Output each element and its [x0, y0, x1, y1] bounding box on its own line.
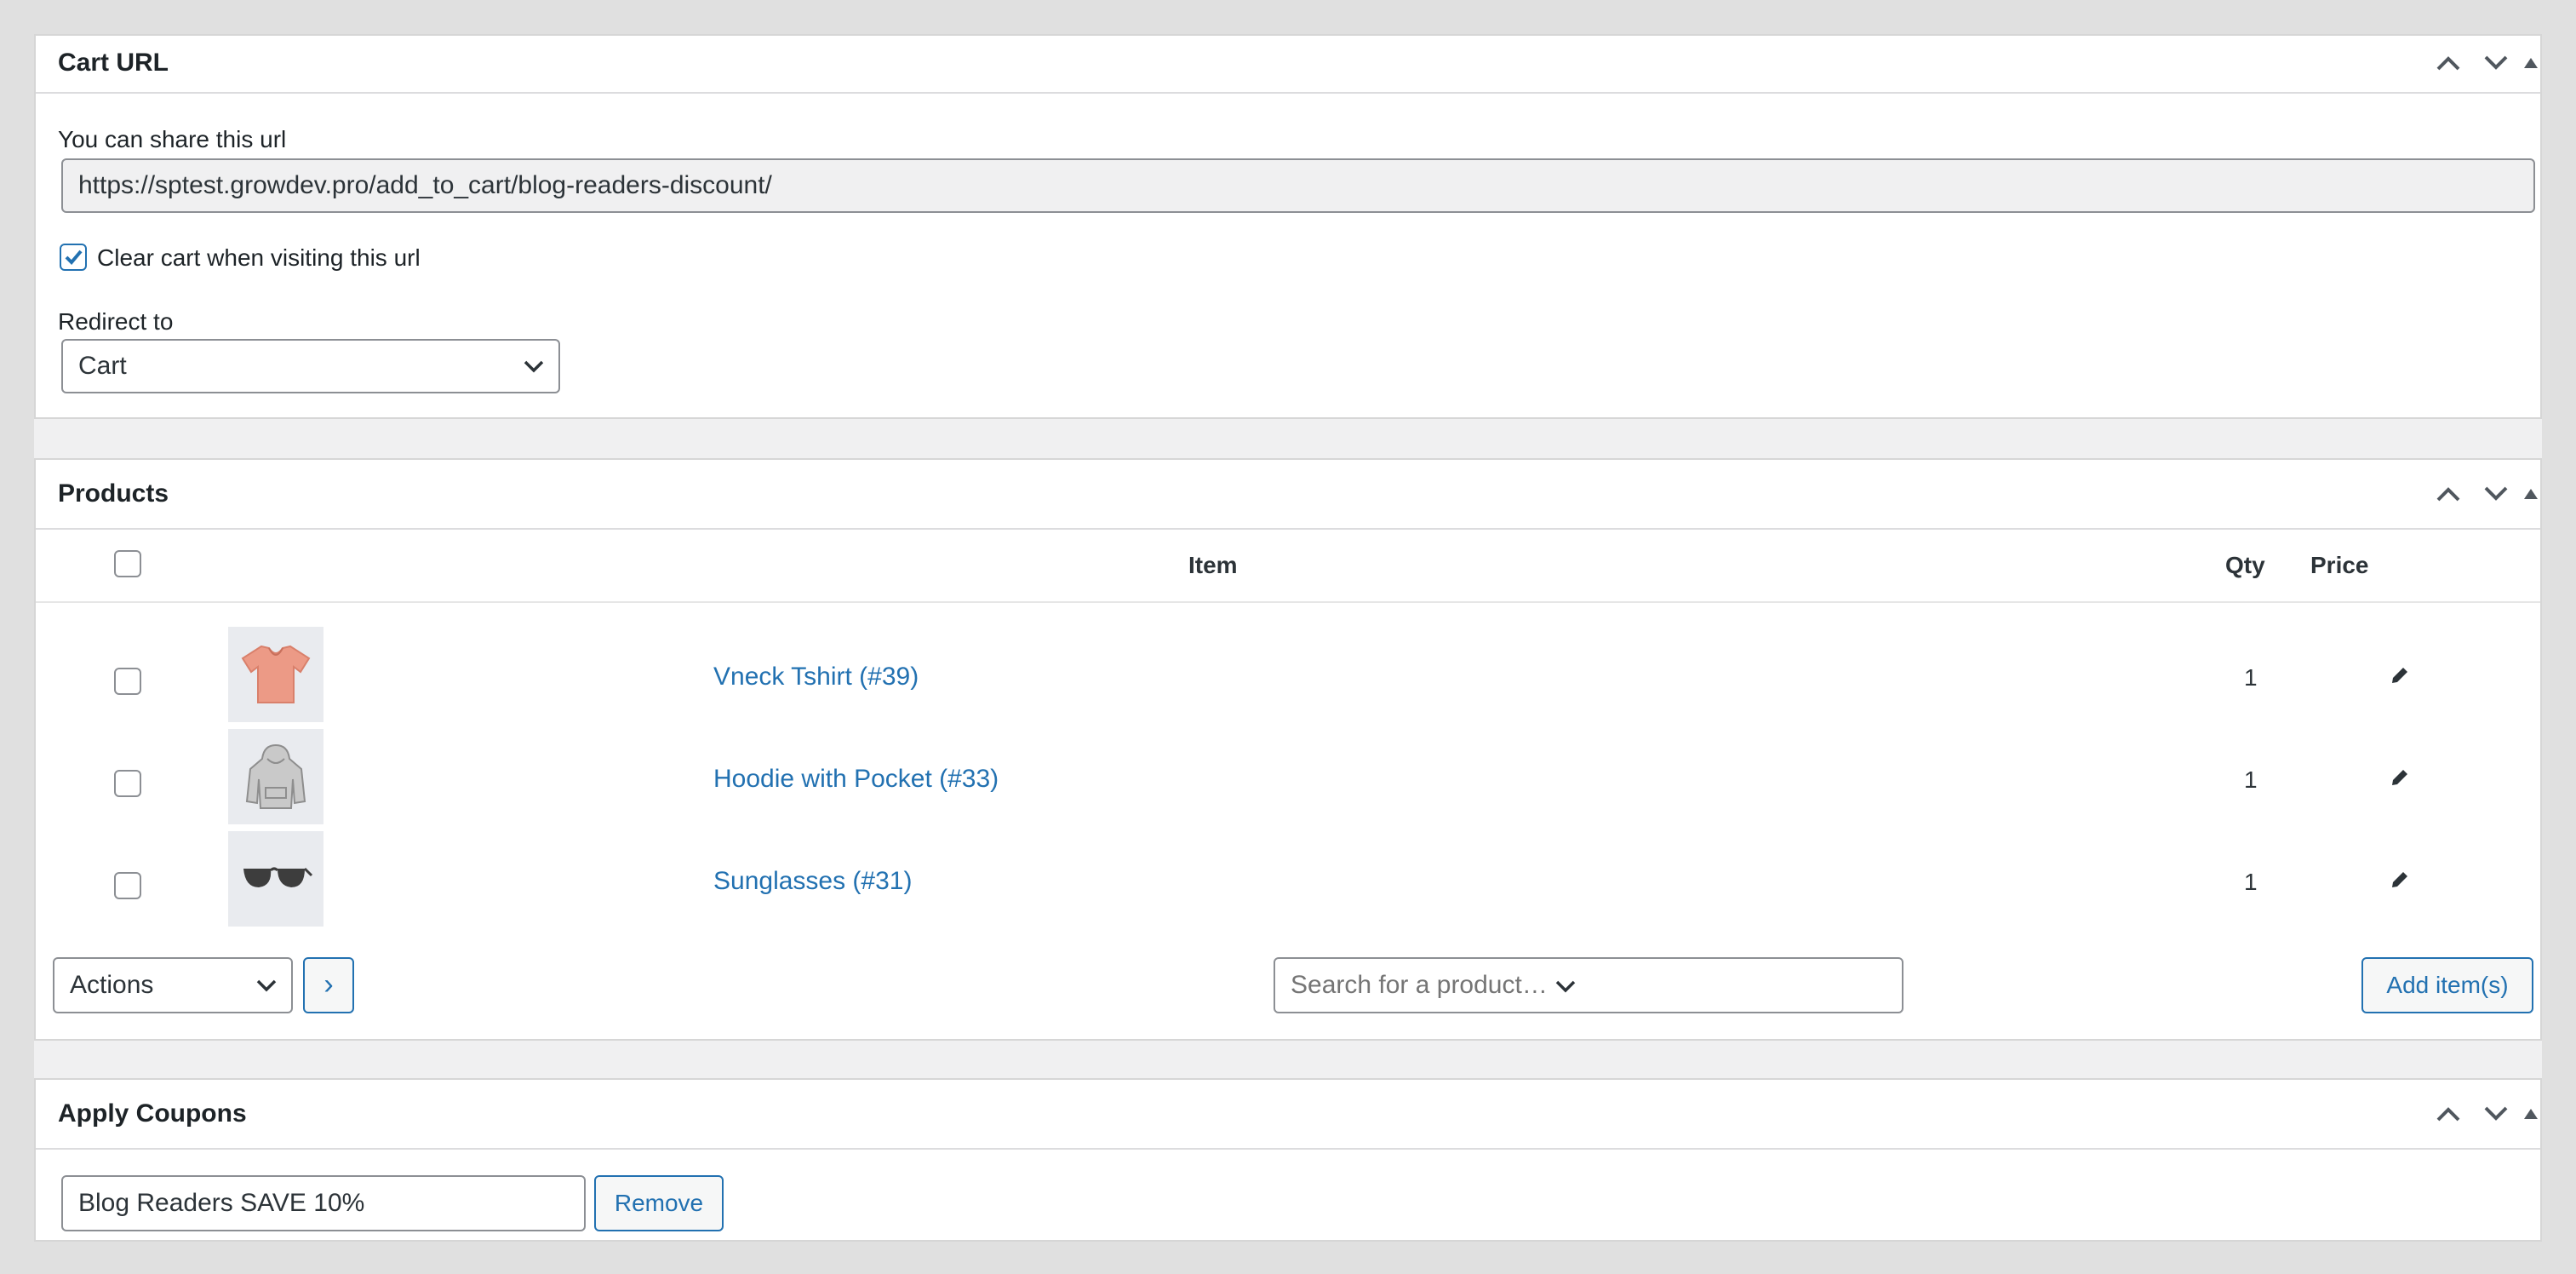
chevron-down-icon — [2484, 55, 2508, 70]
panel-title: Apply Coupons — [58, 1099, 247, 1128]
product-link[interactable]: Vneck Tshirt (#39) — [713, 663, 919, 692]
move-up-button[interactable] — [2428, 1080, 2469, 1148]
share-url-label: You can share this url — [58, 126, 287, 152]
products-panel-header: Products — [36, 460, 2540, 530]
clear-cart-label: Clear cart when visiting this url — [97, 244, 421, 271]
redirect-select[interactable]: Cart — [61, 339, 560, 393]
product-link[interactable]: Hoodie with Pocket (#33) — [713, 765, 999, 794]
chevron-up-icon — [2436, 1107, 2460, 1122]
hoodie-thumbnail — [228, 729, 323, 824]
redirect-select-value: Cart — [78, 352, 127, 380]
column-header-item: Item — [1188, 552, 1238, 578]
row-qty: 1 — [2244, 766, 2258, 793]
row-checkbox[interactable] — [114, 872, 141, 899]
row-checkbox[interactable] — [114, 668, 141, 695]
cart-url-panel-header: Cart URL — [36, 36, 2540, 94]
header-separator — [36, 601, 2540, 603]
coupon-field[interactable]: Blog Readers SAVE 10% — [61, 1175, 586, 1231]
triangle-up-icon — [2524, 489, 2538, 499]
coupons-panel-header: Apply Coupons — [36, 1080, 2540, 1150]
sunglasses-icon — [243, 867, 313, 887]
apply-coupons-panel: Apply Coupons Blog Readers SAVE 10% Remo… — [34, 1078, 2542, 1242]
apply-actions-button[interactable]: › — [303, 957, 354, 1013]
tshirt-thumbnail — [228, 627, 323, 722]
row-qty: 1 — [2244, 869, 2258, 895]
toggle-panel-button[interactable] — [2518, 1080, 2544, 1148]
cart-url-panel: Cart URL You can share this url https://… — [34, 34, 2542, 419]
redirect-label: Redirect to — [58, 308, 174, 335]
row-qty: 1 — [2244, 664, 2258, 691]
hoodie-icon — [245, 743, 306, 809]
bulk-actions-value: Actions — [70, 971, 154, 999]
pencil-icon[interactable] — [2389, 869, 2411, 891]
section-spacer — [34, 419, 2542, 460]
toggle-panel-button[interactable] — [2518, 36, 2544, 90]
clear-cart-checkbox[interactable] — [60, 244, 87, 271]
chevron-right-icon: › — [323, 968, 334, 1001]
pencil-icon[interactable] — [2389, 766, 2411, 789]
triangle-up-icon — [2524, 58, 2538, 68]
chevron-up-icon — [2436, 56, 2460, 71]
chevron-down-icon — [1555, 980, 1576, 993]
move-down-button[interactable] — [2476, 36, 2516, 90]
select-all-checkbox[interactable] — [114, 550, 141, 577]
remove-coupon-button[interactable]: Remove — [594, 1175, 724, 1231]
column-header-price: Price — [2310, 552, 2369, 578]
product-link[interactable]: Sunglasses (#31) — [713, 867, 912, 896]
toggle-panel-button[interactable] — [2518, 460, 2544, 528]
panel-title: Cart URL — [58, 49, 169, 77]
chevron-down-icon — [256, 979, 277, 992]
tshirt-icon — [241, 645, 311, 703]
chevron-down-icon — [524, 360, 544, 373]
add-items-button[interactable]: Add item(s) — [2361, 957, 2533, 1013]
column-header-qty: Qty — [2225, 552, 2265, 578]
search-placeholder: Search for a product… — [1291, 971, 1548, 999]
chevron-down-icon — [2484, 486, 2508, 501]
triangle-up-icon — [2524, 1109, 2538, 1119]
move-down-button[interactable] — [2476, 460, 2516, 528]
chevron-down-icon — [2484, 1106, 2508, 1121]
move-up-button[interactable] — [2428, 460, 2469, 528]
product-search-input[interactable]: Search for a product… — [1274, 957, 1903, 1013]
checkmark-icon — [65, 250, 83, 265]
row-checkbox[interactable] — [114, 770, 141, 797]
cart-url-field[interactable]: https://sptest.growdev.pro/add_to_cart/b… — [61, 158, 2535, 213]
move-down-button[interactable] — [2476, 1080, 2516, 1148]
products-panel: Products Item Qty Price Vneck Tshirt (#3… — [34, 458, 2542, 1041]
move-up-button[interactable] — [2428, 36, 2469, 90]
chevron-up-icon — [2436, 487, 2460, 502]
panel-title: Products — [58, 479, 169, 508]
bulk-actions-select[interactable]: Actions — [53, 957, 293, 1013]
section-spacer — [34, 1041, 2542, 1080]
sunglasses-thumbnail — [228, 831, 323, 927]
pencil-icon[interactable] — [2389, 664, 2411, 686]
